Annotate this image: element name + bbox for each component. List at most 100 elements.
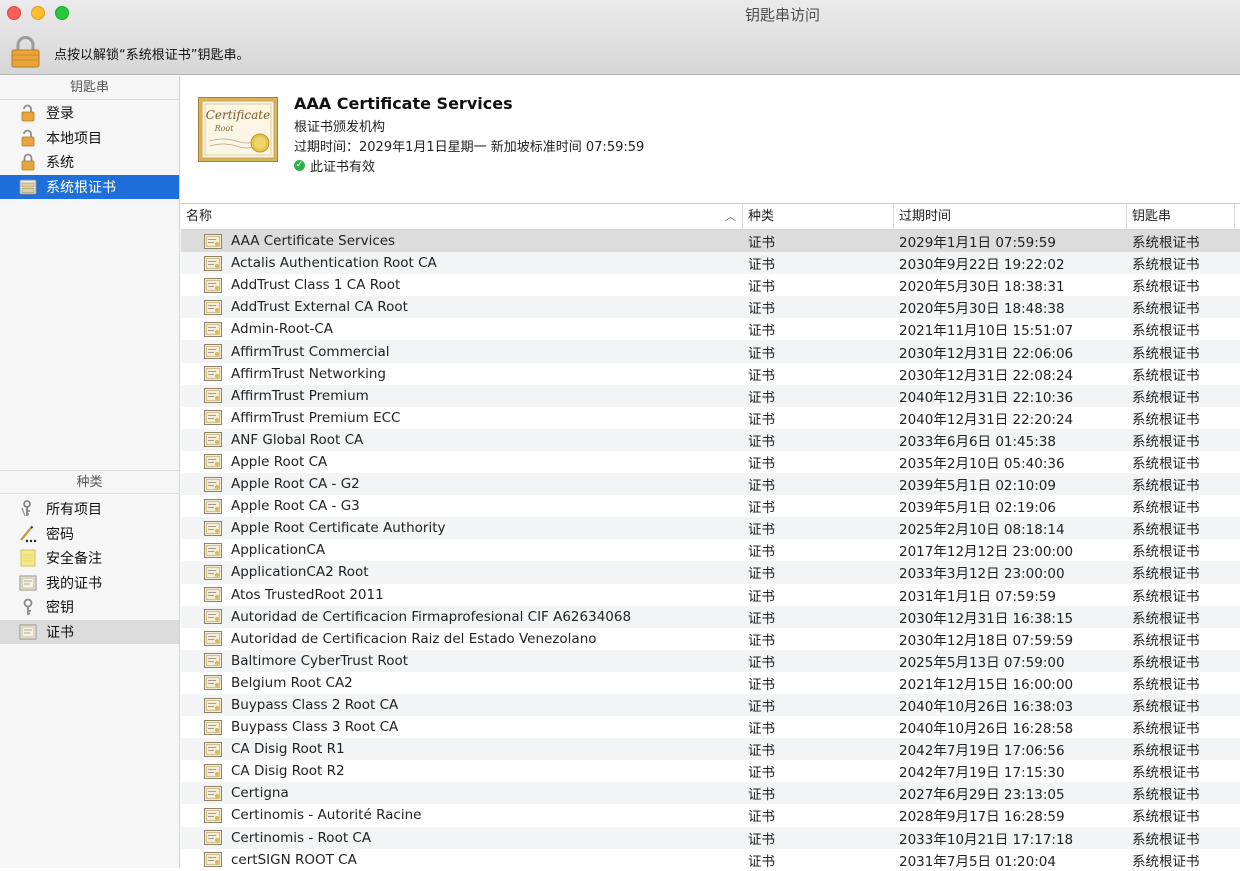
padlock-icon[interactable] bbox=[11, 36, 40, 68]
sidebar-item-local-items[interactable]: 本地项目 bbox=[0, 126, 179, 151]
cell-keychain: 系统根证书 bbox=[1132, 389, 1200, 406]
table-row[interactable]: AffirmTrust Commercial 证书 2030年12月31日 22:0… bbox=[181, 340, 1240, 363]
cell-keychain: 系统根证书 bbox=[1132, 323, 1200, 340]
column-header-keychain[interactable]: 钥匙串 bbox=[1127, 204, 1235, 230]
cell-expires: 2017年12月12日 23:00:00 bbox=[899, 544, 1074, 561]
certificate-icon bbox=[204, 432, 231, 448]
certificate-icon bbox=[204, 830, 231, 846]
table-row[interactable]: ANF Global Root CA 证书 2033年6月6日 01:45:38 系统… bbox=[181, 428, 1240, 451]
table-row[interactable]: Actalis Authentication Root CA 证书 2030年9月2… bbox=[181, 252, 1240, 275]
cell-keychain: 系统根证书 bbox=[1132, 522, 1200, 539]
certificate-icon bbox=[204, 454, 231, 470]
cell-expires: 2039年5月1日 02:10:09 bbox=[899, 478, 1056, 495]
cell-keychain: 系统根证书 bbox=[1132, 676, 1200, 693]
cell-keychain: 系统根证书 bbox=[1132, 588, 1200, 605]
cell-keychain: 系统根证书 bbox=[1132, 345, 1200, 362]
column-header-kind[interactable]: 种类 bbox=[743, 204, 894, 230]
cell-expires: 2039年5月1日 02:19:06 bbox=[899, 500, 1056, 517]
unlock-message[interactable]: 点按以解锁“系统根证书”钥匙串。 bbox=[54, 44, 249, 63]
table-row[interactable]: Autoridad de Certificacion Raiz del Esta… bbox=[181, 628, 1240, 650]
cell-keychain: 系统根证书 bbox=[1132, 765, 1200, 782]
cell-kind: 证书 bbox=[748, 433, 775, 450]
cell-kind: 证书 bbox=[748, 699, 775, 716]
table-row[interactable]: AffirmTrust Networking 证书 2030年12月31日 22:0… bbox=[181, 363, 1240, 385]
cell-expires: 2031年1月1日 07:59:59 bbox=[899, 588, 1056, 605]
certificate-icon bbox=[204, 719, 231, 735]
cell-name-text: Apple Root CA - G2 bbox=[231, 476, 360, 493]
cell-name-text: Actalis Authentication Root CA bbox=[231, 255, 437, 272]
table-row[interactable]: AddTrust External CA Root 证书 2020年5月30日 18… bbox=[181, 296, 1240, 319]
certificate-icon bbox=[204, 564, 231, 580]
sidebar-item-system-roots[interactable]: 系统根证书 bbox=[0, 174, 179, 199]
table-row[interactable]: Apple Root CA - G3 证书 2039年5月1日 02:19:06 系统… bbox=[181, 495, 1240, 517]
table-row[interactable]: AddTrust Class 1 CA Root 证书 2020年5月30日 18:… bbox=[181, 274, 1240, 296]
sidebar-item-keys[interactable]: 密钥 bbox=[0, 595, 179, 620]
cell-kind: 证书 bbox=[748, 478, 775, 495]
certificate-icon bbox=[204, 852, 231, 868]
table-row[interactable]: Autoridad de Certificacion Firmaprofesio… bbox=[181, 605, 1240, 628]
cell-name: AffirmTrust Premium bbox=[181, 388, 743, 404]
certificate-icon bbox=[204, 807, 231, 823]
sidebar-item-label: 密钥 bbox=[46, 600, 74, 617]
cell-keychain: 系统根证书 bbox=[1132, 500, 1200, 517]
table-row[interactable]: AffirmTrust Premium 证书 2040年12月31日 22:10:3… bbox=[181, 384, 1240, 407]
sidebar-item-secure-notes[interactable]: 安全备注 bbox=[0, 546, 179, 571]
table-row[interactable]: ApplicationCA2 Root 证书 2033年3月12日 23:00:00… bbox=[181, 561, 1240, 584]
sort-ascending-icon: ︿ bbox=[725, 210, 736, 223]
table-row[interactable]: CA Disig Root R2 证书 2042年7月19日 17:15:30 系统根… bbox=[181, 760, 1240, 782]
table-row[interactable]: AAA Certificate Services 证书 2029年1月1日 07:5… bbox=[181, 230, 1240, 253]
table-row[interactable]: Apple Root Certificate Authority 证书 2025年2… bbox=[181, 517, 1240, 540]
cell-expires: 2030年12月18日 07:59:59 bbox=[899, 632, 1074, 649]
cell-keychain: 系统根证书 bbox=[1132, 235, 1200, 252]
cell-name: CA Disig Root R1 bbox=[181, 741, 743, 757]
cell-kind: 证书 bbox=[748, 566, 775, 583]
table-row[interactable]: AffirmTrust Premium ECC 证书 2040年12月31日 22:… bbox=[181, 407, 1240, 429]
table-row[interactable]: Belgium Root CA2 证书 2021年12月15日 16:00:00 系统… bbox=[181, 672, 1240, 694]
table-row[interactable]: certSIGN ROOT CA 证书 2031年7月5日 01:20:04 系统根证… bbox=[181, 849, 1240, 871]
password-icon bbox=[19, 525, 37, 543]
table-row[interactable]: Atos TrustedRoot 2011 证书 2031年1月1日 07:59:5… bbox=[181, 584, 1240, 606]
cell-kind: 证书 bbox=[748, 411, 775, 428]
cell-name: Atos TrustedRoot 2011 bbox=[181, 587, 743, 603]
cell-name-text: AffirmTrust Premium bbox=[231, 387, 369, 404]
table-row[interactable]: Certinomis - Root CA 证书 2033年10月21日 17:17:… bbox=[181, 826, 1240, 849]
cell-expires: 2021年12月15日 16:00:00 bbox=[899, 676, 1074, 693]
sidebar-item-system[interactable]: 系统 bbox=[0, 150, 179, 175]
cell-kind: 证书 bbox=[748, 588, 775, 605]
cell-kind: 证书 bbox=[748, 345, 775, 362]
table-row[interactable]: Certigna 证书 2027年6月29日 23:13:05 系统根证书 bbox=[181, 782, 1240, 805]
main-pane: Certificate Root AAA Certificate Service… bbox=[181, 76, 1240, 871]
table-row[interactable]: Apple Root CA - G2 证书 2039年5月1日 02:10:09 系统… bbox=[181, 473, 1240, 496]
my-certificate-icon bbox=[19, 574, 37, 592]
cell-name: CA Disig Root R2 bbox=[181, 763, 743, 779]
cell-name-text: Apple Root CA bbox=[231, 453, 328, 470]
certificate-icon bbox=[204, 675, 231, 691]
sidebar-item-passwords[interactable]: 密码 bbox=[0, 522, 179, 547]
table-row[interactable]: Buypass Class 3 Root CA 证书 2040年10月26日 16:… bbox=[181, 716, 1240, 738]
table-row[interactable]: Admin-Root-CA 证书 2021年11月10日 15:51:07 系统根证书 bbox=[181, 318, 1240, 340]
cell-keychain: 系统根证书 bbox=[1132, 721, 1200, 738]
certificate-icon bbox=[204, 631, 231, 647]
sidebar-item-my-certificates[interactable]: 我的证书 bbox=[0, 571, 179, 596]
sidebar-item-login[interactable]: 登录 bbox=[0, 101, 179, 126]
padlock-icon bbox=[19, 153, 37, 171]
cell-keychain: 系统根证书 bbox=[1132, 433, 1200, 450]
sidebar-item-all-items[interactable]: 所有项目 bbox=[0, 497, 179, 522]
cell-kind: 证书 bbox=[748, 367, 775, 384]
cell-name-text: AddTrust Class 1 CA Root bbox=[231, 277, 401, 294]
certificate-icon bbox=[204, 520, 231, 536]
table-row[interactable]: CA Disig Root R1 证书 2042年7月19日 17:06:56 系统根… bbox=[181, 738, 1240, 761]
table-row[interactable]: Baltimore CyberTrust Root 证书 2025年5月13日 07… bbox=[181, 649, 1240, 672]
cell-name: ANF Global Root CA bbox=[181, 432, 743, 448]
table-row[interactable]: Apple Root CA 证书 2035年2月10日 05:40:36 系统根证书 bbox=[181, 451, 1240, 473]
cell-name: Autoridad de Certificacion Firmaprofesio… bbox=[181, 609, 743, 625]
sidebar-item-certificates[interactable]: 证书 bbox=[0, 619, 179, 644]
column-header-name[interactable]: 名称 ︿ bbox=[181, 204, 743, 230]
table-header: 名称 ︿ 种类 过期时间 钥匙串 bbox=[181, 204, 1240, 230]
table-row[interactable]: Certinomis - Autorité Racine 证书 2028年9月17日… bbox=[181, 804, 1240, 826]
table-row[interactable]: ApplicationCA 证书 2017年12月12日 23:00:00 系统根证书 bbox=[181, 539, 1240, 561]
column-header-expires[interactable]: 过期时间 bbox=[894, 204, 1127, 230]
key-icon bbox=[19, 598, 37, 616]
cell-keychain: 系统根证书 bbox=[1132, 632, 1200, 649]
table-row[interactable]: Buypass Class 2 Root CA 证书 2040年10月26日 16:… bbox=[181, 693, 1240, 717]
